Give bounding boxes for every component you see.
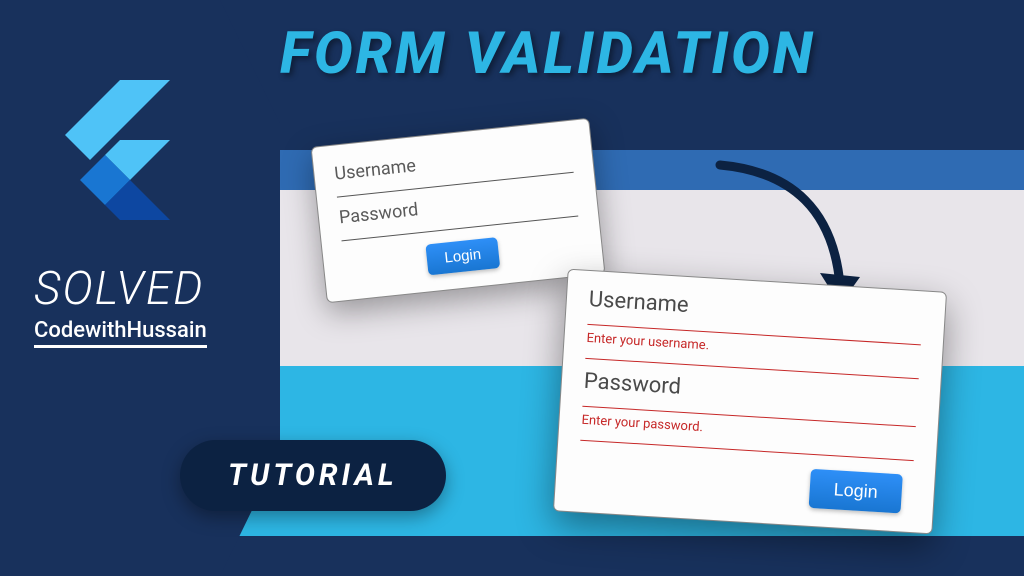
brand-name: CodewithHussain (34, 318, 207, 348)
password-field: Password Enter your password. (580, 369, 918, 461)
flutter-logo-icon (50, 80, 170, 230)
login-form-after-validation: Username Enter your username. Password E… (553, 269, 947, 535)
login-form-before: Username Password Login (311, 118, 606, 303)
username-label: Username (333, 139, 572, 185)
solved-heading: SOLVED (34, 262, 204, 316)
main-title: FORM VALIDATION (280, 20, 816, 88)
username-field: Username Enter your username. (585, 287, 923, 379)
login-button[interactable]: Login (809, 469, 903, 514)
username-label: Username (588, 287, 923, 332)
tutorial-badge: TUTORIAL (180, 440, 446, 511)
login-button[interactable]: Login (425, 237, 501, 275)
